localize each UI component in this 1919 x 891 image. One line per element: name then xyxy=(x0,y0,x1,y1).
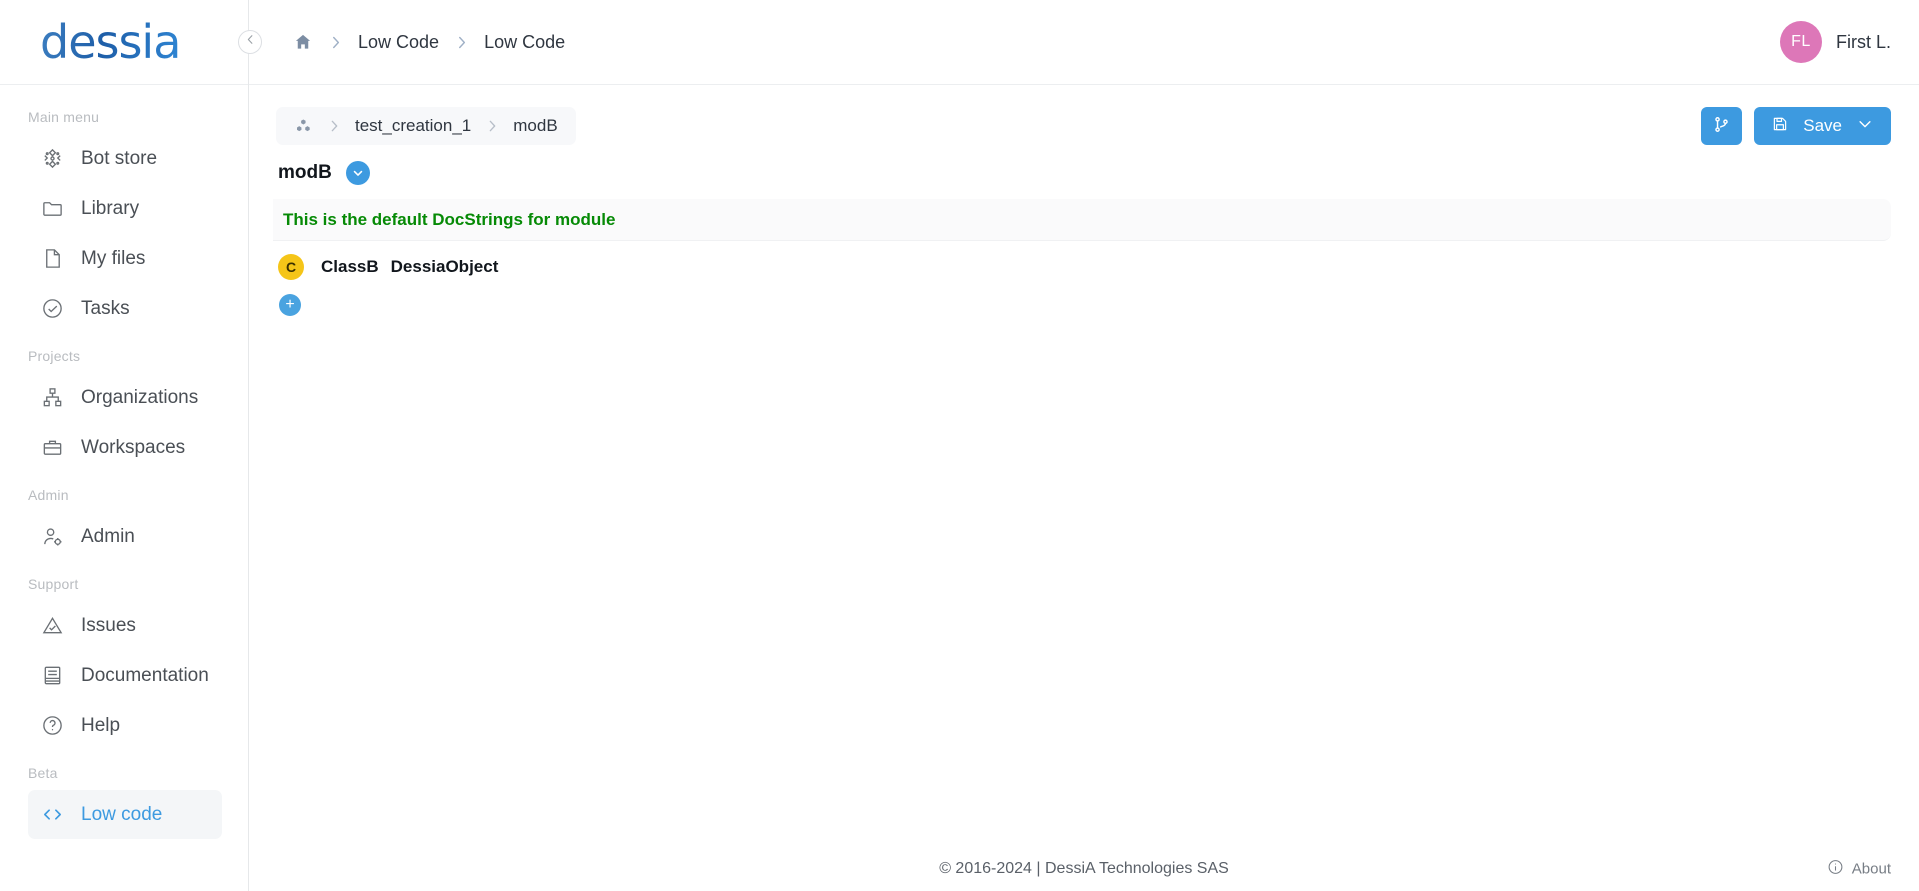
nav-section-projects-label: Projects xyxy=(28,348,81,364)
sidebar-item-label: Tasks xyxy=(81,297,130,319)
bot-store-icon xyxy=(41,147,64,170)
org-chart-icon xyxy=(41,386,64,409)
main-area: Low Code Low Code FL First L. test_creat… xyxy=(249,0,1919,891)
sidebar-item-label: Organizations xyxy=(81,386,199,408)
code-brackets-icon xyxy=(41,803,64,826)
sidebar-item-low-code[interactable]: Low code xyxy=(28,790,222,839)
book-icon xyxy=(41,664,64,687)
footer-copyright: © 2016-2024 | DessiA Technologies SAS xyxy=(939,860,1229,877)
sidebar-item-label: Library xyxy=(81,197,140,219)
sidebar-item-documentation[interactable]: Documentation xyxy=(28,651,222,700)
save-button-label: Save xyxy=(1803,116,1842,135)
sidebar-item-label: Admin xyxy=(81,525,135,547)
class-names: ClassB DessiaObject xyxy=(321,257,498,277)
user-name: First L. xyxy=(1835,31,1891,52)
sidebar-item-bot-store[interactable]: Bot store xyxy=(28,134,222,183)
avatar: FL xyxy=(1779,21,1822,63)
sidebar-item-admin[interactable]: Admin xyxy=(28,512,222,561)
content-actions: Save xyxy=(1701,107,1891,145)
top-bar: Low Code Low Code FL First L. xyxy=(249,0,1919,85)
class-list-item[interactable]: C ClassB DessiaObject xyxy=(278,254,1891,280)
sidebar-item-issues[interactable]: Issues xyxy=(28,601,222,650)
chevron-down-icon[interactable] xyxy=(1856,115,1874,138)
nav-section-admin-label: Admin xyxy=(28,487,69,503)
breadcrumb-separator-icon xyxy=(453,34,470,51)
sidebar-item-my-files[interactable]: My files xyxy=(28,234,222,283)
sidebar-item-label: Documentation xyxy=(81,664,209,686)
sidebar-item-label: Help xyxy=(81,714,121,736)
module-title-row: modB xyxy=(278,161,1891,185)
module-breadcrumb-item-module[interactable]: modB xyxy=(513,116,557,136)
chevron-left-icon xyxy=(244,33,257,51)
breadcrumb-separator-icon xyxy=(327,34,344,51)
module-docstring-row[interactable]: This is the default DocStrings for modul… xyxy=(273,199,1891,241)
class-name: ClassB xyxy=(321,257,379,276)
brand-logo-text: dessia xyxy=(40,15,181,69)
module-toggle-button[interactable] xyxy=(345,161,370,185)
git-branch-icon xyxy=(1712,115,1731,137)
sidebar-item-workspaces[interactable]: Workspaces xyxy=(28,423,222,472)
sidebar-item-label: My files xyxy=(81,247,146,269)
save-button[interactable]: Save xyxy=(1754,107,1891,145)
sidebar-item-label: Low code xyxy=(81,803,163,825)
home-icon[interactable] xyxy=(293,32,313,52)
user-menu[interactable]: FL First L. xyxy=(1779,21,1891,63)
breadcrumb-item-low-code-1[interactable]: Low Code xyxy=(358,32,439,53)
sidebar-item-organizations[interactable]: Organizations xyxy=(28,373,222,422)
module-breadcrumb: test_creation_1 modB xyxy=(276,107,576,145)
sidebar-item-label: Bot store xyxy=(81,147,158,169)
content-header: test_creation_1 modB Save xyxy=(273,107,1891,145)
content-area: test_creation_1 modB Save modB This is t… xyxy=(249,85,1919,847)
nav-section-main-menu-label: Main menu xyxy=(28,109,100,125)
module-breadcrumb-item-project[interactable]: test_creation_1 xyxy=(355,116,471,136)
file-icon xyxy=(41,247,64,270)
sidebar-item-library[interactable]: Library xyxy=(28,184,222,233)
brand-logo[interactable]: dessia xyxy=(0,0,248,85)
floppy-disk-icon xyxy=(1771,115,1789,138)
breadcrumb-item-low-code-2[interactable]: Low Code xyxy=(484,32,565,53)
breadcrumb: Low Code Low Code xyxy=(273,32,565,53)
cubes-icon xyxy=(294,117,313,136)
warning-triangle-icon xyxy=(41,614,64,637)
sidebar-item-help[interactable]: Help xyxy=(28,701,222,750)
module-breadcrumb-separator-icon xyxy=(484,118,500,134)
module-title: modB xyxy=(278,162,332,183)
info-circle-icon xyxy=(1827,859,1844,880)
sidebar: dessia Main menu Bot store Library My fi… xyxy=(0,0,249,891)
nav-section-support-label: Support xyxy=(28,576,79,592)
question-circle-icon xyxy=(41,714,64,737)
sidebar-collapse-button[interactable] xyxy=(238,30,262,54)
user-cog-icon xyxy=(41,525,64,548)
module-docstring: This is the default DocStrings for modul… xyxy=(283,209,616,229)
sidebar-item-tasks[interactable]: Tasks xyxy=(28,284,222,333)
sidebar-item-label: Issues xyxy=(81,614,136,636)
check-circle-icon xyxy=(41,297,64,320)
about-link[interactable]: About xyxy=(1827,859,1891,880)
folder-icon xyxy=(41,197,64,220)
sidebar-item-label: Workspaces xyxy=(81,436,186,458)
briefcase-icon xyxy=(41,436,64,459)
nav-section-beta-label: Beta xyxy=(28,765,58,781)
branch-button[interactable] xyxy=(1701,107,1743,145)
plus-icon: + xyxy=(285,296,295,313)
add-class-button[interactable]: + xyxy=(279,294,301,316)
class-base-name: DessiaObject xyxy=(390,257,499,276)
about-label: About xyxy=(1851,860,1891,878)
class-badge: C xyxy=(278,254,304,280)
footer: © 2016-2024 | DessiA Technologies SAS Ab… xyxy=(249,847,1919,891)
sidebar-nav: Main menu Bot store Library My files Tas… xyxy=(0,85,248,839)
module-breadcrumb-separator-icon xyxy=(326,118,342,134)
